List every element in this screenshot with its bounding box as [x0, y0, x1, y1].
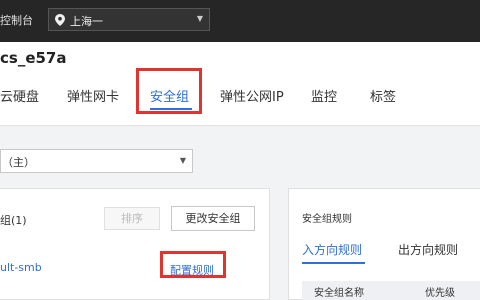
- nic-select-value: （主）: [2, 156, 35, 169]
- region-value: 上海一: [70, 15, 103, 28]
- chevron-down-icon: ▼: [179, 156, 186, 165]
- rules-panel: 安全组规则 入方向规则 出方向规则 安全组名称 优先级: [288, 188, 480, 300]
- rules-table-header: 安全组名称 优先级: [302, 281, 480, 300]
- highlight-box-security-tab: [136, 68, 202, 114]
- column-header-priority: 优先级: [425, 288, 455, 299]
- tab-inbound-rules[interactable]: 入方向规则: [302, 241, 362, 258]
- change-security-group-button[interactable]: 更改安全组: [171, 206, 255, 231]
- tab-nic[interactable]: 弹性网卡: [67, 86, 119, 105]
- instance-header: cs_e57a 云硬盘 弹性网卡 安全组 弹性公网IP 监控 标签: [0, 42, 480, 126]
- region-select[interactable]: 上海一 ▼: [48, 8, 210, 31]
- security-group-count: 组(1): [0, 214, 27, 227]
- tab-monitoring[interactable]: 监控: [311, 86, 337, 105]
- rules-panel-title: 安全组规则: [302, 214, 352, 225]
- top-bar: 控制台 上海一 ▼: [0, 0, 480, 42]
- instance-name: cs_e57a: [0, 49, 67, 67]
- highlight-box-config-rules: [160, 251, 226, 278]
- location-pin-icon: [55, 14, 65, 26]
- tab-tags[interactable]: 标签: [370, 86, 396, 105]
- security-group-name-link[interactable]: ult-smb: [0, 261, 42, 274]
- column-header-sg-name: 安全组名称: [314, 288, 364, 299]
- active-rules-tab-indicator: [302, 262, 365, 264]
- tab-evs[interactable]: 云硬盘: [0, 86, 39, 105]
- nic-select[interactable]: （主） ▼: [0, 149, 193, 173]
- tab-outbound-rules[interactable]: 出方向规则: [398, 241, 458, 258]
- detail-tabs: 云硬盘 弹性网卡 安全组 弹性公网IP 监控 标签: [0, 72, 480, 126]
- chevron-down-icon: ▼: [196, 14, 203, 23]
- tab-eip[interactable]: 弹性公网IP: [220, 86, 284, 105]
- sort-button[interactable]: 排序: [104, 207, 160, 230]
- console-label[interactable]: 控制台: [0, 12, 33, 28]
- security-group-panel: 组(1) 排序 更改安全组 ult-smb 配置规则: [0, 188, 270, 300]
